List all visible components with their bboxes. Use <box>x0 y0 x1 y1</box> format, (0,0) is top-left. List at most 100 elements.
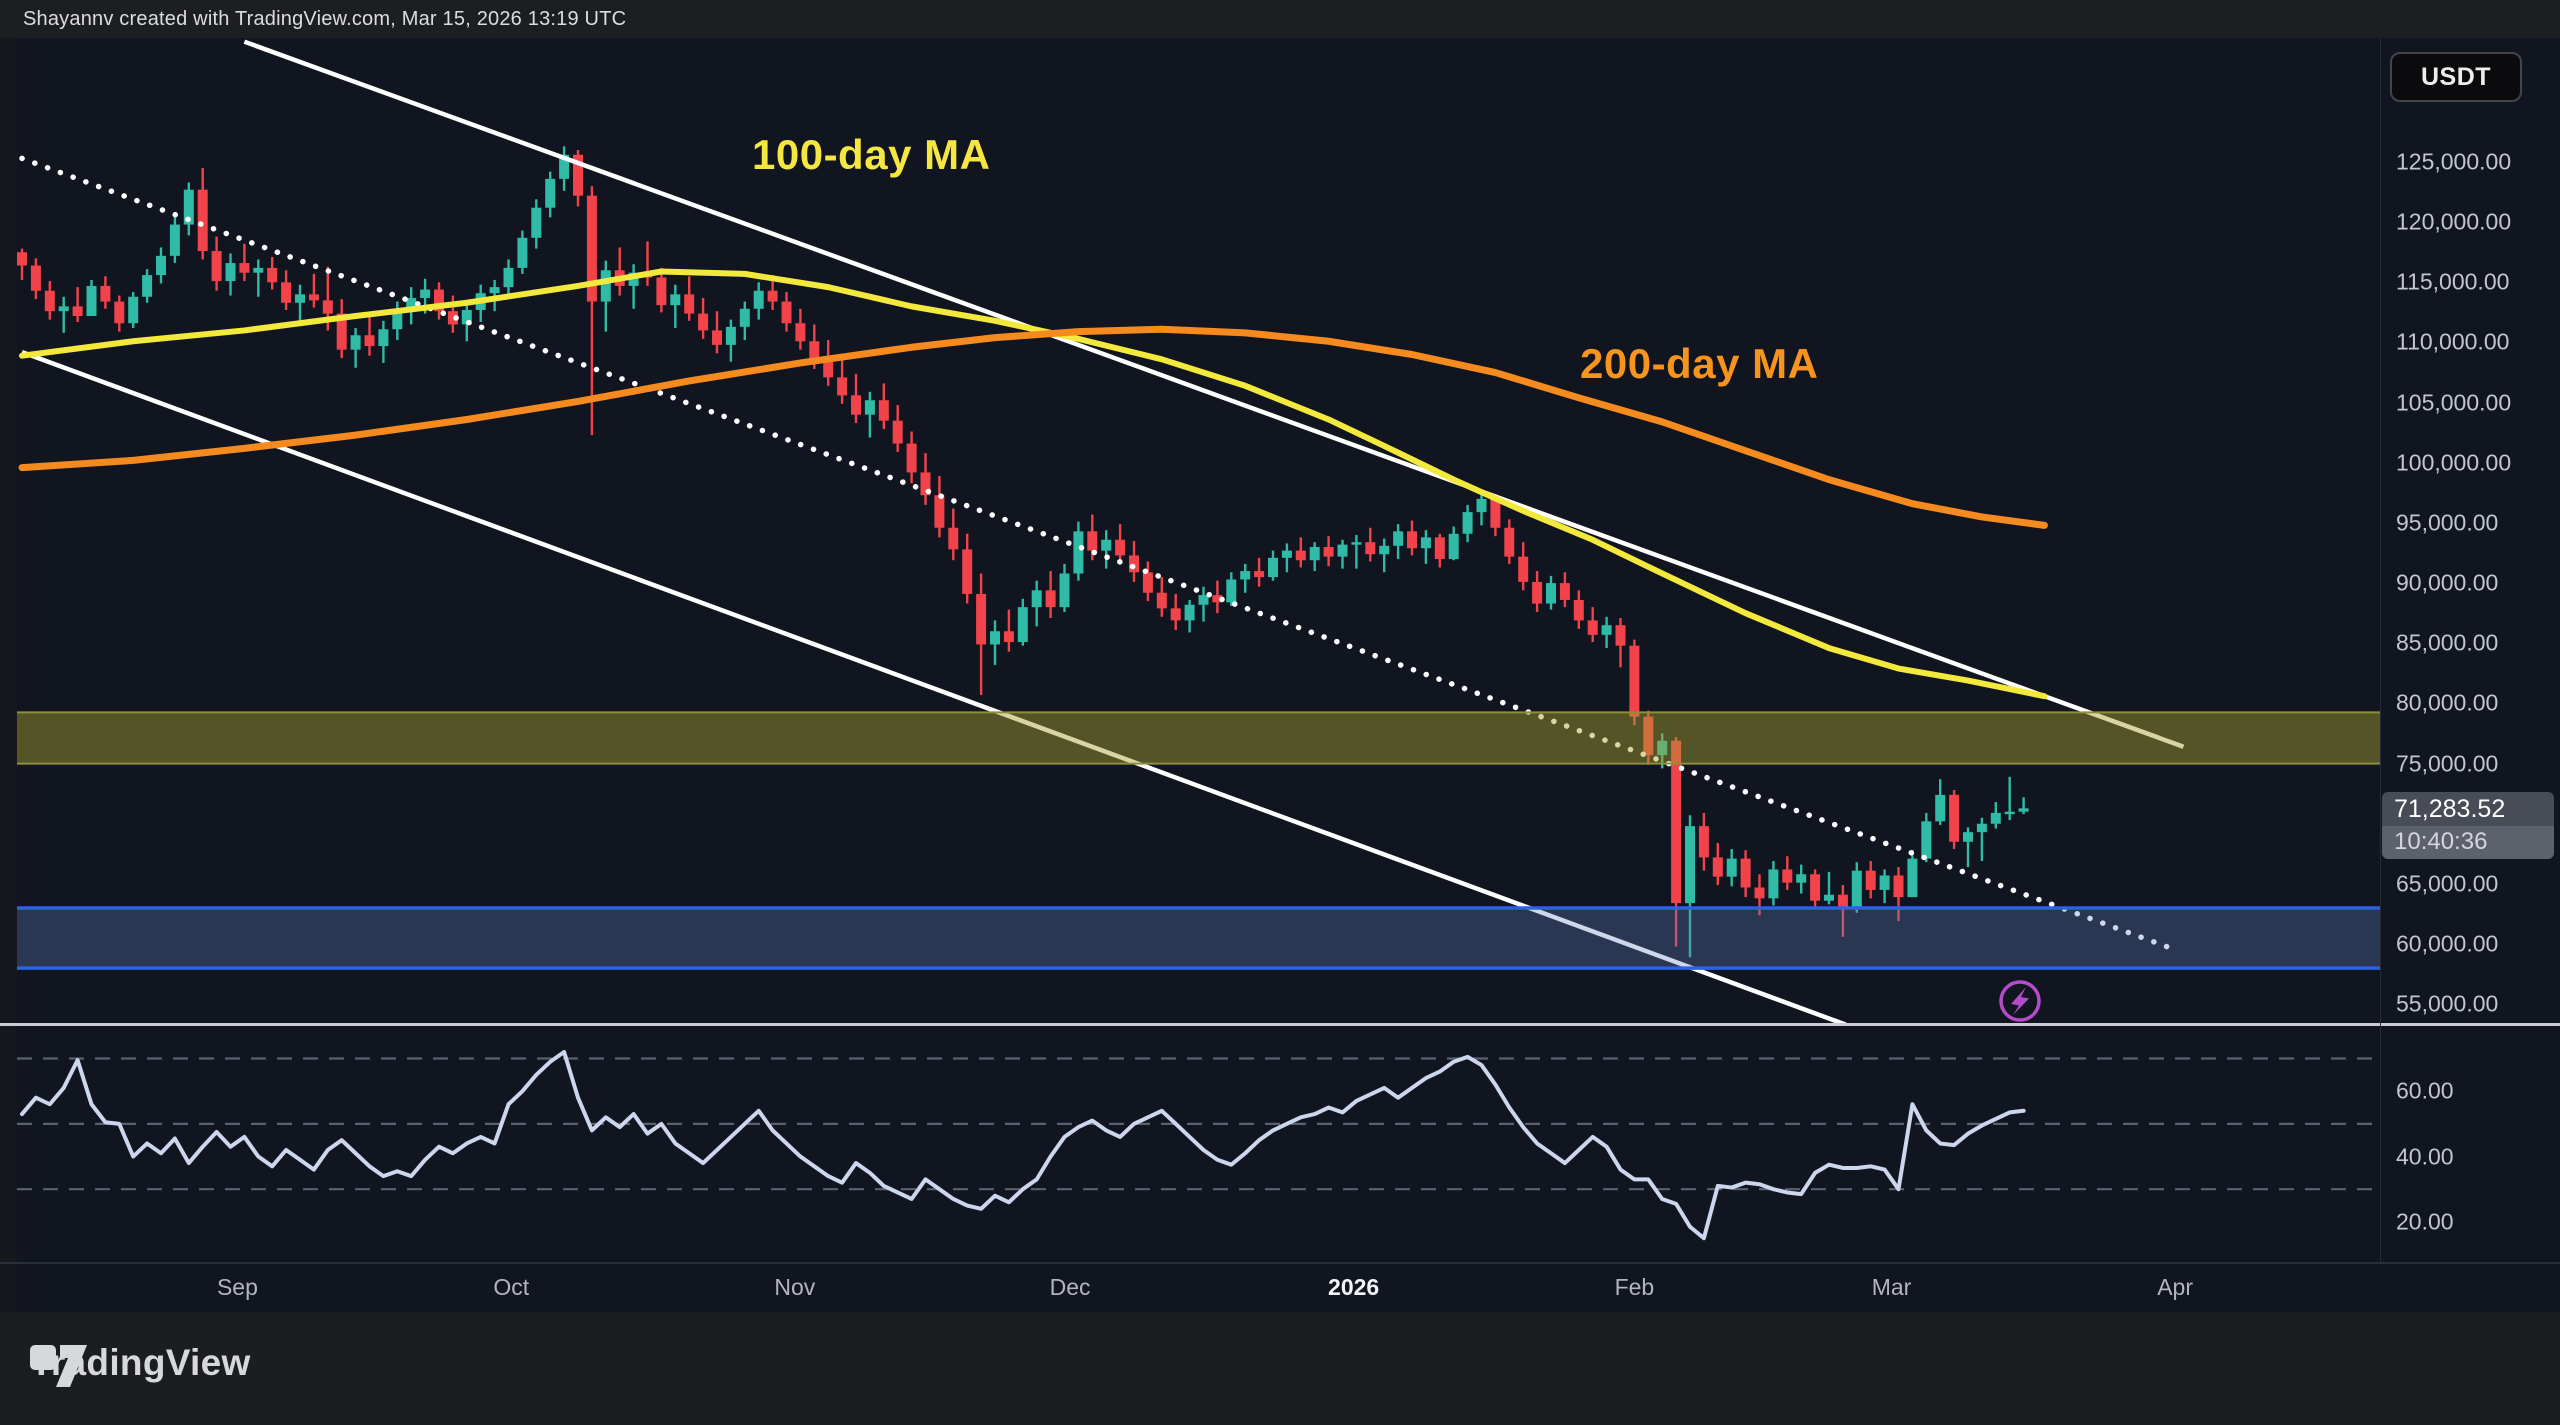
candle-up <box>1880 875 1890 889</box>
candle-up <box>1073 531 1083 573</box>
candle-down <box>1296 551 1306 561</box>
rsi-pane[interactable] <box>0 1026 2560 1262</box>
candle-down <box>1782 869 1792 882</box>
candle-up <box>1018 607 1028 642</box>
candle-up <box>1199 595 1209 605</box>
candle-down <box>309 294 319 300</box>
price-tick-label: 95,000.00 <box>2396 509 2498 536</box>
candle-down <box>879 400 889 420</box>
candle-down <box>1866 871 1876 890</box>
candle-down <box>17 252 27 265</box>
candle-up <box>1991 813 2001 824</box>
tradingview-logo[interactable]: TradingView <box>30 1342 251 1384</box>
rsi-tick-label: 40.00 <box>2396 1143 2454 1170</box>
candle-down <box>1171 608 1181 620</box>
price-tick-label: 120,000.00 <box>2396 209 2511 236</box>
candle-up <box>87 286 97 316</box>
candle-up <box>670 294 680 305</box>
candle-up <box>351 335 361 349</box>
candle-down <box>976 594 986 645</box>
candle-down <box>1713 857 1723 876</box>
candle-up <box>531 208 541 238</box>
candle-up <box>726 327 736 345</box>
candle-down <box>45 291 55 311</box>
resistance-zone <box>17 712 2380 763</box>
candle-down <box>323 300 333 313</box>
time-tick-apr: Apr <box>2157 1274 2193 1301</box>
candle-down <box>962 549 972 594</box>
candle-up <box>295 294 305 302</box>
candle-down <box>823 361 833 378</box>
candle-up <box>1852 871 1862 908</box>
candle-up <box>156 256 166 275</box>
candle-down <box>1949 795 1959 842</box>
candle-down <box>1671 741 1681 903</box>
candle-down <box>782 302 792 324</box>
candle-down <box>31 265 41 290</box>
candle-down <box>365 335 375 346</box>
candle-up <box>545 179 555 208</box>
price-tick-label: 105,000.00 <box>2396 389 2511 416</box>
price-plot <box>17 42 2380 1024</box>
lightning-icon[interactable] <box>2001 982 2039 1020</box>
candle-up <box>1685 826 1695 903</box>
time-tick-feb: Feb <box>1615 1274 1655 1301</box>
candle-down <box>1755 887 1765 898</box>
time-axis[interactable]: SepOctNovDec2026FebMarApr <box>0 1264 2560 1312</box>
candle-up <box>1935 795 1945 821</box>
time-tick-nov: Nov <box>774 1274 815 1301</box>
candle-down <box>1407 531 1417 548</box>
candle-up <box>128 297 138 323</box>
candle-up <box>1449 534 1459 559</box>
candle-down <box>1365 542 1375 554</box>
candle-down <box>1004 631 1014 642</box>
dotted-trendline <box>22 158 2170 947</box>
candle-up <box>504 268 514 287</box>
candle-up <box>1727 859 1737 877</box>
last-price-chip[interactable]: 71,283.52 10:40:36 <box>2382 792 2554 859</box>
candle-down <box>1435 537 1445 559</box>
candle-up <box>1393 531 1403 545</box>
candle-down <box>1741 859 1751 888</box>
candle-up <box>1101 540 1111 551</box>
candle-down <box>795 323 805 341</box>
candle-down <box>1629 646 1639 717</box>
candle-up <box>517 238 527 268</box>
candle-up <box>253 268 263 273</box>
candle-down <box>712 330 722 344</box>
price-tick-label: 80,000.00 <box>2396 690 2498 717</box>
candle-down <box>893 421 903 444</box>
candle-down <box>1324 547 1334 557</box>
candle-up <box>1310 547 1320 560</box>
candle-down <box>1894 875 1904 897</box>
tradingview-chart-page: Shayannv created with TradingView.com, M… <box>0 0 2560 1425</box>
symbol-badge[interactable]: USDT <box>2390 52 2522 102</box>
candle-up <box>1768 869 1778 898</box>
price-tick-label: 115,000.00 <box>2396 269 2509 296</box>
candle-down <box>1574 600 1584 620</box>
candle-down <box>239 263 249 273</box>
candle-up <box>1824 895 1834 901</box>
candle-up <box>170 225 180 256</box>
time-tick-oct: Oct <box>493 1274 529 1301</box>
candle-up <box>1546 583 1556 603</box>
price-tick-label: 75,000.00 <box>2396 750 2498 777</box>
candle-down <box>1810 874 1820 900</box>
support-zone <box>17 908 2380 968</box>
price-tick-label: 90,000.00 <box>2396 570 2498 597</box>
candle-up <box>990 631 1000 644</box>
symbol-badge-label: USDT <box>2421 63 2491 92</box>
time-tick-dec: Dec <box>1050 1274 1091 1301</box>
candle-up <box>1796 874 1806 882</box>
attribution-text: Shayannv created with TradingView.com, M… <box>0 8 626 31</box>
candle-up <box>1963 832 1973 842</box>
candle-down <box>684 294 694 313</box>
time-tick-mar: Mar <box>1872 1274 1912 1301</box>
price-pane[interactable] <box>0 38 2560 1024</box>
candle-down <box>1143 572 1153 592</box>
candle-down <box>1532 582 1542 604</box>
candle-up <box>142 275 152 297</box>
candle-up <box>1282 551 1292 558</box>
rsi-tick-label: 60.00 <box>2396 1078 2454 1105</box>
candle-up <box>1338 545 1348 557</box>
